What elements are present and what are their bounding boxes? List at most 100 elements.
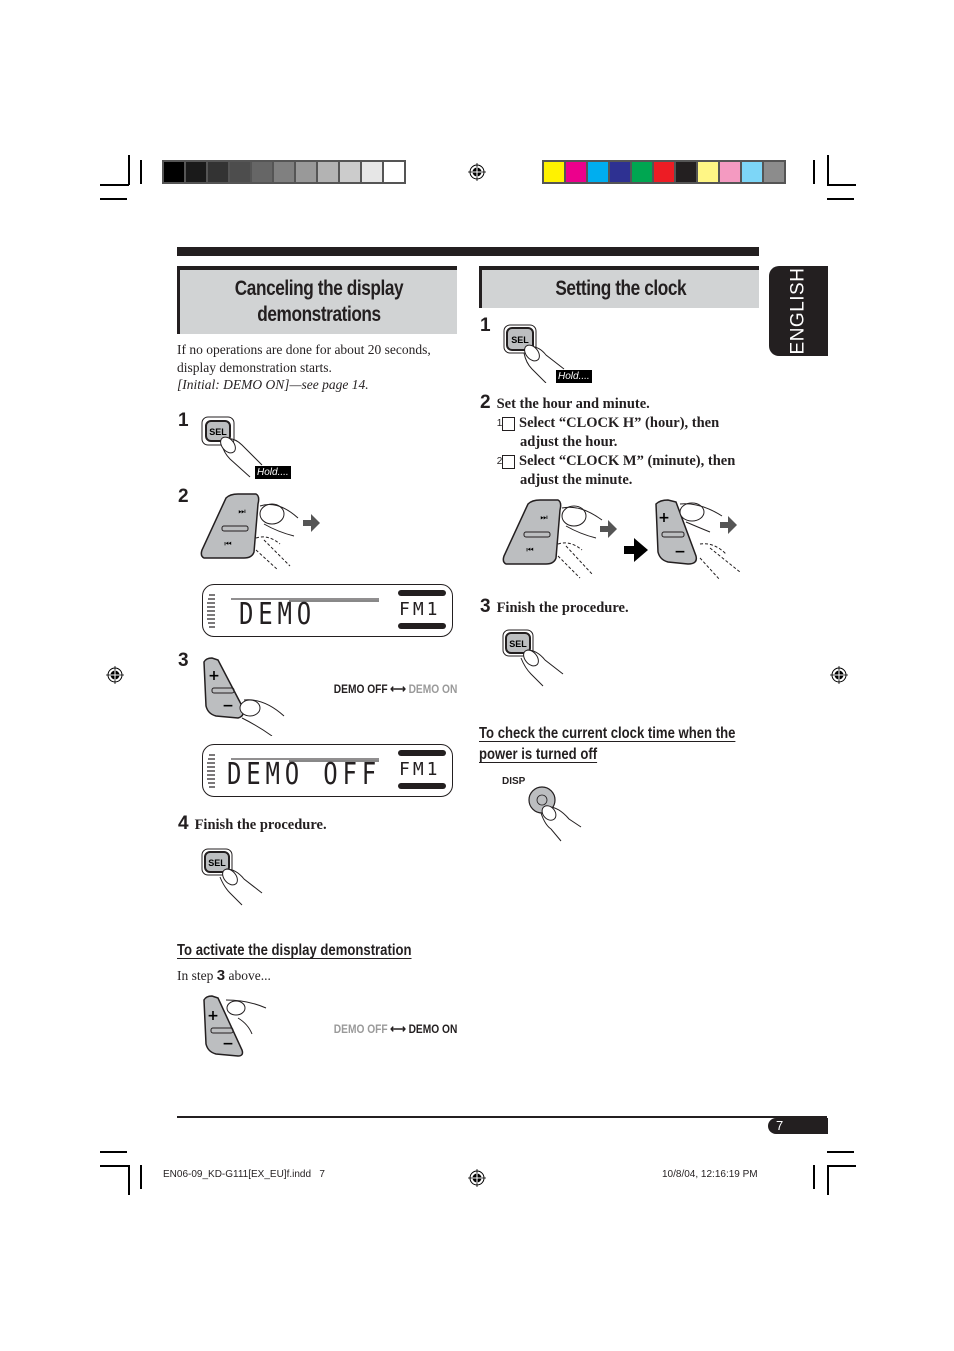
disp-button-illustration: [528, 786, 582, 842]
initial-note: [Initial: DEMO ON]—see page 14.: [177, 377, 369, 392]
svg-text:+: +: [207, 1008, 219, 1024]
intro-paragraph: If no operations are done for about 20 s…: [177, 342, 431, 375]
instruction-suffix: above...: [225, 968, 271, 983]
svg-text:−: −: [222, 1036, 234, 1052]
language-tab: ENGLISH: [769, 266, 828, 356]
lcd-main-text: DEMO: [239, 597, 316, 632]
crop-mark: [827, 1165, 829, 1195]
crop-mark: [813, 160, 815, 184]
svg-text:−: −: [222, 698, 234, 714]
step-number: 3: [178, 650, 189, 671]
color-swatch: [610, 162, 630, 182]
crop-mark: [813, 1165, 815, 1189]
registration-mark-icon: [830, 666, 848, 684]
section-title-text: Canceling the display demonstrations: [234, 277, 403, 326]
demo-toggle-indicator: DEMO OFF ⟷ DEMO ON: [333, 1021, 457, 1037]
svg-text:SEL: SEL: [208, 858, 226, 868]
sel-button-press-illustration: SEL: [201, 848, 263, 906]
grayscale-color-bar: [162, 160, 406, 184]
language-label: ENGLISH: [787, 267, 809, 355]
color-swatch: [208, 162, 228, 182]
crop-mark: [140, 1165, 142, 1189]
step-text: Finish the procedure.: [496, 600, 629, 616]
color-swatch: [186, 162, 206, 182]
instruction-step-ref: 3: [216, 967, 226, 984]
crop-mark: [100, 1151, 127, 1153]
color-swatch: [566, 162, 586, 182]
subhead-text-line2: power is turned off: [479, 746, 598, 763]
lcd-sound-mode-bar: [398, 750, 446, 756]
svg-text:⏮: ⏮: [526, 545, 533, 554]
color-swatch: [318, 162, 338, 182]
section-title-canceling-demo: Canceling the display demonstrations: [177, 266, 457, 334]
substep-text: Select “CLOCK H” (hour), then adjust the…: [519, 415, 720, 450]
clock-adjust-illustration: ⏭ ⏮ + −: [502, 499, 741, 581]
crop-mark: [827, 1165, 856, 1167]
color-swatch: [384, 162, 404, 182]
hold-label: Hold....: [556, 370, 592, 383]
crop-mark: [140, 160, 142, 184]
svg-text:SEL: SEL: [511, 335, 529, 345]
substep: 1 Select “CLOCK H” (hour), then adjust th…: [497, 414, 755, 452]
plus-minus-button-illustration: + −: [203, 995, 267, 1057]
color-swatch: [362, 162, 382, 182]
substep-number: 1: [497, 417, 515, 431]
sel-button-press-illustration: SEL: [502, 629, 564, 687]
disp-button-label: DISP: [502, 776, 526, 787]
crop-mark: [827, 198, 854, 200]
demo-off-label: DEMO OFF: [333, 682, 388, 696]
section-title-text: Setting the clock: [555, 277, 686, 300]
color-swatch: [742, 162, 762, 182]
svg-text:+: +: [208, 668, 220, 684]
subhead-text: To activate the display demonstration: [177, 942, 412, 959]
footer-timestamp: 10/8/04, 12:16:19 PM: [662, 1169, 758, 1180]
step-number: 4: [178, 813, 189, 834]
color-swatch: [698, 162, 718, 182]
color-swatch: [252, 162, 272, 182]
color-swatch: [720, 162, 740, 182]
lcd-display-demo: DEMO FM1: [202, 584, 453, 637]
step-number: 3: [480, 596, 491, 617]
lcd-main-text: DEMO OFF: [227, 757, 381, 792]
double-arrow-icon: ⟷: [389, 1021, 406, 1036]
top-rule: [177, 247, 759, 256]
up-down-button-illustration: ⏭ ⏮: [200, 493, 320, 571]
demo-on-label: DEMO ON: [408, 1022, 457, 1036]
bottom-rule: [177, 1116, 827, 1118]
substep: 2 Select “CLOCK M” (minute), then adjust …: [497, 452, 755, 490]
svg-text:SEL: SEL: [209, 427, 227, 437]
step-3-clock: 3 Finish the procedure.: [480, 596, 629, 618]
color-swatch: [632, 162, 652, 182]
footer-filename: EN06-09_KD-G111[EX_EU]f.indd 7: [163, 1169, 325, 1180]
svg-text:+: +: [658, 510, 670, 526]
registration-mark-icon: [106, 666, 124, 684]
substep-text: Select “CLOCK M” (minute), then adjust t…: [519, 453, 736, 488]
process-color-bar: [542, 160, 786, 184]
step-4: 4 Finish the procedure.: [178, 813, 327, 835]
registration-mark-icon: [468, 1169, 486, 1187]
plus-minus-button-illustration: + −: [203, 657, 285, 736]
color-swatch: [544, 162, 564, 182]
hold-label: Hold....: [255, 466, 291, 479]
color-swatch: [676, 162, 696, 182]
color-swatch: [274, 162, 294, 182]
double-arrow-icon: ⟷: [389, 681, 406, 696]
color-swatch: [164, 162, 184, 182]
color-swatch: [654, 162, 674, 182]
lcd-band-text: FM1: [399, 759, 441, 780]
step-number: 2: [480, 392, 491, 413]
step-number: 1: [480, 315, 491, 336]
demo-on-label: DEMO ON: [408, 682, 457, 696]
step-text: Set the hour and minute.: [496, 396, 650, 412]
registration-mark-icon: [468, 163, 486, 181]
subhead-instruction: In step 3 above...: [177, 967, 271, 985]
subhead-activate-demo: To activate the display demonstration: [177, 942, 463, 960]
color-swatch: [340, 162, 360, 182]
lcd-band-text: FM1: [399, 599, 441, 620]
lcd-level-meter-icon: [207, 754, 215, 788]
substep-number: 2: [497, 455, 515, 469]
crop-mark: [100, 198, 127, 200]
page-number: 7: [768, 1118, 828, 1134]
color-swatch: [764, 162, 784, 182]
svg-text:⏭: ⏭: [238, 507, 245, 516]
